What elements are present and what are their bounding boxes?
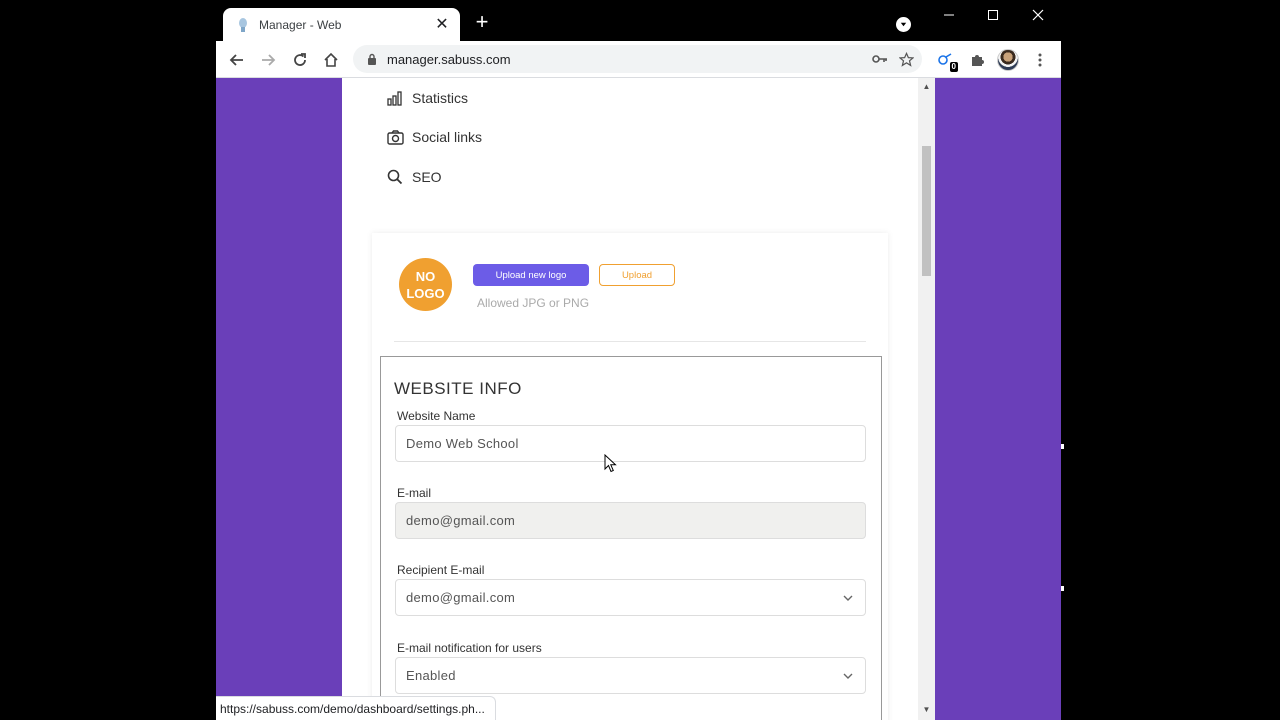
reload-icon[interactable] xyxy=(290,50,310,70)
upload-button[interactable]: Upload xyxy=(599,264,675,286)
menu-item-label: SEO xyxy=(412,169,442,185)
mouse-cursor-icon xyxy=(604,454,617,473)
status-url: https://sabuss.com/demo/dashboard/settin… xyxy=(220,701,485,716)
page-scrollbar[interactable]: ▲ ▼ xyxy=(918,78,935,720)
section-title: WEBSITE INFO xyxy=(394,379,522,398)
chevron-down-icon xyxy=(843,593,853,603)
website-name-label: Website Name xyxy=(397,409,476,423)
email-notification-select[interactable]: Enabled xyxy=(395,657,866,694)
back-icon[interactable] xyxy=(227,50,247,70)
logo-placeholder-text: LOGO xyxy=(406,285,445,301)
scroll-up-icon[interactable]: ▲ xyxy=(922,82,931,91)
extensions-puzzle-icon[interactable] xyxy=(967,50,987,70)
forward-icon[interactable] xyxy=(258,50,278,70)
upload-new-logo-button[interactable]: Upload new logo xyxy=(473,264,589,286)
tab-search-icon[interactable] xyxy=(896,17,911,32)
email-input[interactable]: demo@gmail.com xyxy=(395,502,866,539)
browser-window: Manager - Web ✕ + manager.sabuss.com 0 S… xyxy=(216,0,1061,720)
edge-marker xyxy=(1061,444,1064,449)
search-icon xyxy=(386,168,404,186)
recipient-email-label: Recipient E-mail xyxy=(397,563,485,577)
browser-tab[interactable]: Manager - Web ✕ xyxy=(223,8,460,41)
profile-avatar[interactable] xyxy=(997,49,1019,71)
lock-icon[interactable] xyxy=(365,52,379,66)
email-label: E-mail xyxy=(397,486,432,500)
logo-placeholder-text: NO xyxy=(415,268,436,284)
email-notification-label: E-mail notification for users xyxy=(397,641,542,655)
website-info-section: WEBSITE INFO Website Name Demo Web Schoo… xyxy=(380,356,882,720)
address-bar[interactable]: manager.sabuss.com xyxy=(353,45,922,73)
extension-badge: 0 xyxy=(949,62,958,72)
chevron-down-icon xyxy=(843,671,853,681)
browser-toolbar: manager.sabuss.com 0 xyxy=(216,41,1061,78)
new-tab-button[interactable]: + xyxy=(472,11,492,33)
minimize-icon[interactable] xyxy=(940,6,958,24)
website-name-value: Demo Web School xyxy=(406,436,519,451)
menu-item-seo[interactable]: SEO xyxy=(386,168,442,186)
menu-item-label: Statistics xyxy=(412,90,469,106)
menu-item-label: Social links xyxy=(412,129,483,145)
url-text[interactable]: manager.sabuss.com xyxy=(387,52,870,67)
tab-title: Manager - Web xyxy=(259,17,342,32)
recipient-email-select[interactable]: demo@gmail.com xyxy=(395,579,866,616)
email-value: demo@gmail.com xyxy=(406,513,516,528)
menu-kebab-icon[interactable] xyxy=(1030,50,1050,70)
allowed-formats-hint: Allowed JPG or PNG xyxy=(477,296,590,310)
home-icon[interactable] xyxy=(321,50,341,70)
settings-panel: Statistics Social links SEO NO LOGO Uplo… xyxy=(342,78,918,720)
camera-icon xyxy=(386,128,404,146)
key-icon[interactable] xyxy=(870,49,890,69)
window-close-icon[interactable] xyxy=(1029,6,1047,24)
extension-icon[interactable]: 0 xyxy=(935,50,958,72)
recipient-email-value: demo@gmail.com xyxy=(406,590,516,605)
menu-item-statistics[interactable]: Statistics xyxy=(386,89,468,107)
email-notification-value: Enabled xyxy=(406,668,456,683)
screen: Manager - Web ✕ + manager.sabuss.com 0 S… xyxy=(0,0,1280,720)
page-viewport: Statistics Social links SEO NO LOGO Uplo… xyxy=(216,78,1061,720)
status-bar: https://sabuss.com/demo/dashboard/settin… xyxy=(216,696,496,720)
bar-chart-icon xyxy=(386,89,404,107)
tab-strip: Manager - Web ✕ + xyxy=(216,0,1061,41)
tab-close-icon[interactable]: ✕ xyxy=(434,16,450,33)
divider xyxy=(394,341,866,342)
scroll-down-icon[interactable]: ▼ xyxy=(922,705,931,714)
logo-placeholder: NO LOGO xyxy=(399,258,452,311)
maximize-icon[interactable] xyxy=(984,6,1002,24)
menu-item-social-links[interactable]: Social links xyxy=(386,128,482,146)
edge-marker xyxy=(1061,586,1064,591)
settings-card: NO LOGO Upload new logo Upload Allowed J… xyxy=(372,233,888,720)
favicon-icon xyxy=(235,17,251,33)
website-name-input[interactable]: Demo Web School xyxy=(395,425,866,462)
scrollbar-thumb[interactable] xyxy=(922,146,931,276)
bookmark-star-icon[interactable] xyxy=(896,49,916,69)
